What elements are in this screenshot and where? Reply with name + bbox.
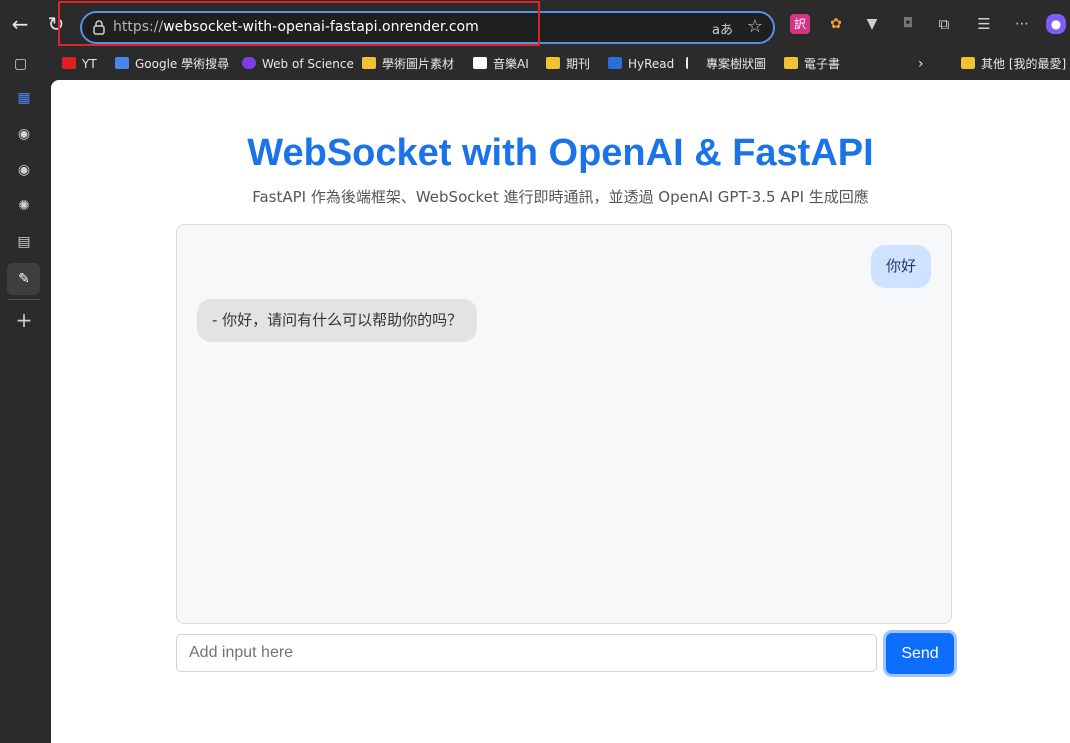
folder-icon (961, 57, 975, 69)
chevron-right-icon[interactable]: › (918, 55, 924, 73)
extensions-icon[interactable]: ⧉ (934, 14, 954, 34)
github-icon[interactable]: ◉ (13, 159, 35, 181)
notes-icon[interactable]: ▤ (13, 231, 35, 253)
bookmark-project-tree[interactable]: 專案樹狀圖 (686, 55, 766, 73)
music-ai-icon (473, 57, 487, 69)
folder-icon (362, 57, 376, 69)
browser-sidebar: ▦ ◉ ◉ ✺ ▤ ✎ + (0, 78, 50, 743)
add-icon[interactable]: + (13, 309, 35, 331)
cookie-extension-icon[interactable]: ✿ (826, 14, 846, 34)
page-subtitle: FastAPI 作為後端框架、WebSocket 進行即時通訊，並透過 Open… (252, 188, 869, 206)
github-icon[interactable]: ◉ (13, 123, 35, 145)
folder-icon (546, 57, 560, 69)
message-input[interactable] (176, 634, 877, 672)
folder-icon (784, 57, 798, 69)
hyread-icon (608, 57, 622, 69)
page-title: WebSocket with OpenAI & FastAPI (247, 132, 874, 174)
bookmark-yt[interactable]: YT (62, 55, 97, 73)
bookmark-hyread[interactable]: HyRead (608, 55, 674, 73)
chat-messages: 你好 - 你好，请问有什么可以帮助你的吗？ (176, 224, 952, 624)
chatgpt-icon[interactable]: ✺ (13, 195, 35, 217)
favorite-star-icon[interactable]: ☆ (747, 16, 763, 37)
translate-extension-icon[interactable]: 訳 (790, 14, 810, 34)
tree-icon (686, 57, 700, 69)
web-page: WebSocket with OpenAI & FastAPI FastAPI … (51, 80, 1070, 743)
bookmark-academic-images[interactable]: 學術圖片素材 (362, 55, 454, 73)
bookmark-ebooks[interactable]: 電子書 (784, 55, 840, 73)
bookmark-other-favorites[interactable]: 其他 [我的最愛] (961, 55, 1066, 73)
send-button[interactable]: Send (886, 633, 954, 674)
back-icon[interactable]: ← (8, 12, 32, 36)
bookmark-web-of-science[interactable]: Web of Science (242, 55, 354, 73)
read-aloud-icon[interactable]: aあ (712, 19, 733, 38)
bookmark-google-scholar[interactable]: Google 學術搜尋 (115, 55, 229, 73)
sidebar-divider (8, 299, 40, 300)
bookmarks-bar: ▢ YT Google 學術搜尋 Web of Science 學術圖片素材 音… (0, 50, 1070, 78)
drawing-tool-icon[interactable]: ✎ (13, 268, 35, 290)
url-highlight-annotation (58, 1, 540, 46)
youtube-icon (62, 57, 76, 69)
copilot-icon[interactable]: ● (1046, 14, 1066, 34)
bookmark-journals[interactable]: 期刊 (546, 55, 590, 73)
browser-toolbar: ← ↻ https://websocket-with-openai-fastap… (0, 0, 1070, 50)
web-of-science-icon (242, 57, 256, 69)
tab-actions-icon[interactable]: ▢ (14, 55, 27, 73)
google-scholar-icon (115, 57, 129, 69)
translate-sidebar-icon[interactable]: ▦ (13, 87, 35, 109)
user-message: 你好 (870, 245, 931, 288)
more-options-icon[interactable]: ⋯ (1012, 14, 1032, 34)
favorites-icon[interactable]: ☰ (974, 14, 994, 34)
vue-devtools-icon[interactable]: ▼ (862, 14, 882, 34)
bookmark-music-ai[interactable]: 音樂AI (473, 55, 529, 73)
screenshot-icon[interactable]: ◘ (898, 14, 918, 34)
bot-message: - 你好，请问有什么可以帮助你的吗？ (197, 299, 478, 342)
